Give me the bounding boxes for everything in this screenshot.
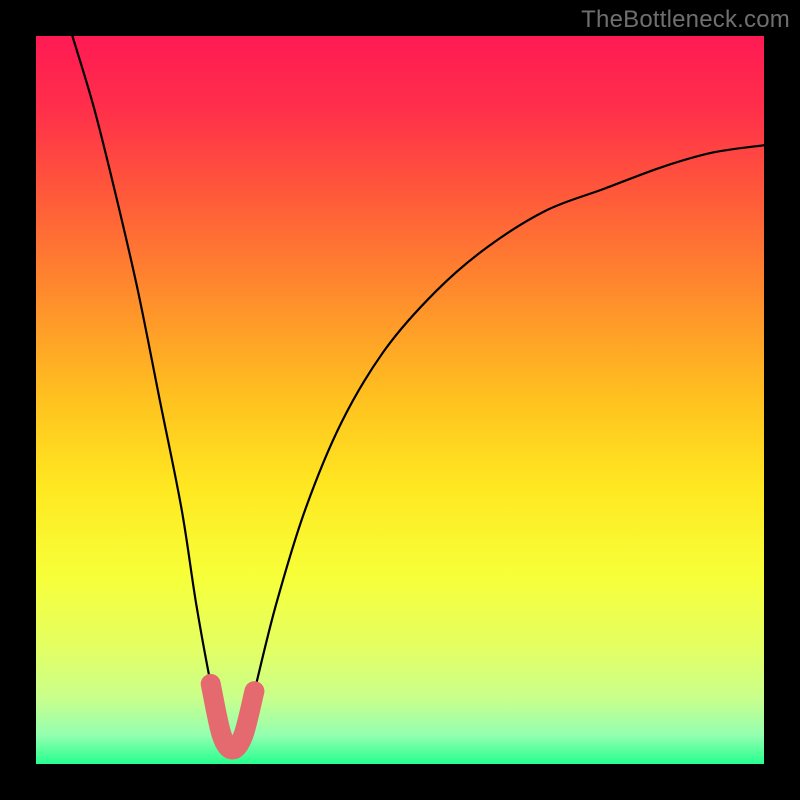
bottleneck-chart: [0, 0, 800, 800]
chart-frame: TheBottleneck.com: [0, 0, 800, 800]
plot-background: [36, 36, 764, 764]
watermark-text: TheBottleneck.com: [581, 6, 790, 34]
